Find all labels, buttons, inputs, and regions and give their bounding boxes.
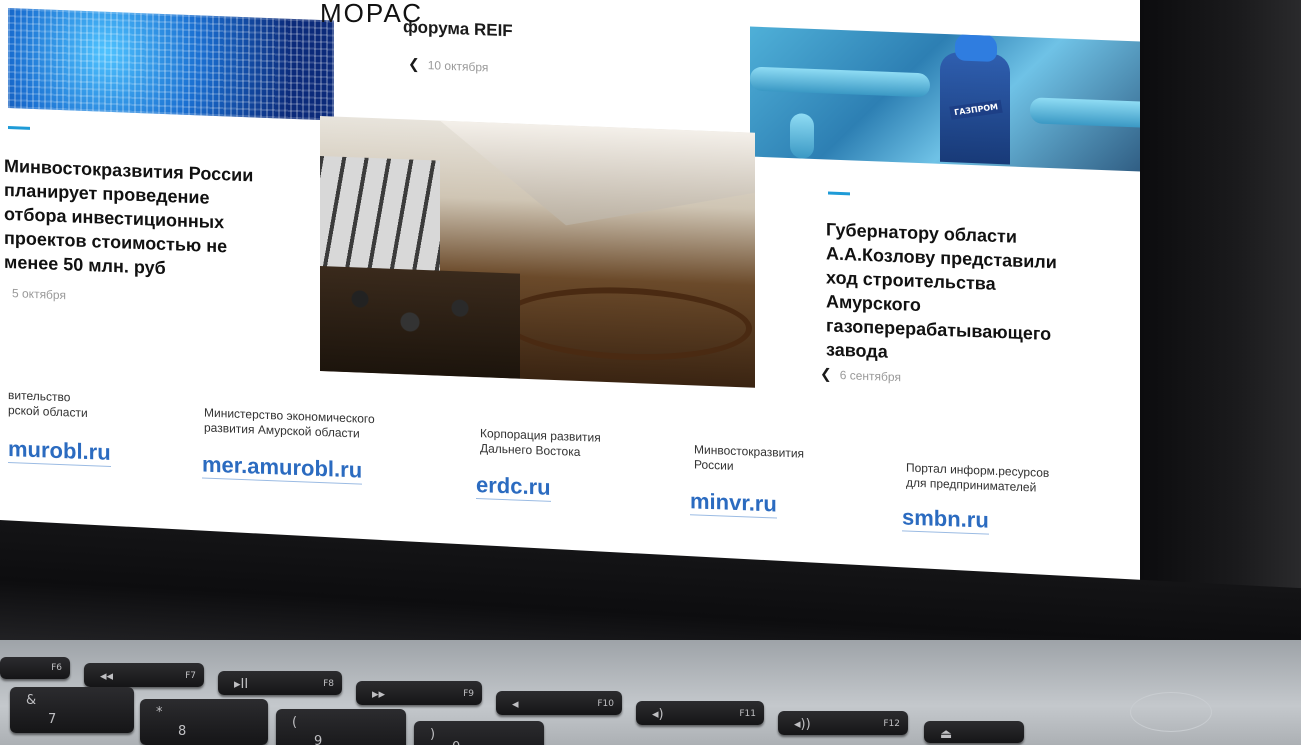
keyboard: F6 ◂◂ F7 ▸II F8 ▸▸ F9 ◂ F10 ◂) F11 ◂)) F12 ⏏ &… xyxy=(0,655,1301,745)
org-label: Портал информ.ресурсов для предпринимате… xyxy=(906,460,1049,496)
key-label: F12 xyxy=(883,719,900,729)
org-line: рской области xyxy=(8,403,88,421)
key-label: 7 xyxy=(48,712,57,727)
key-label: 0 xyxy=(452,740,460,745)
right-article-meta: ❮ 6 сентября xyxy=(820,365,901,385)
finance-image xyxy=(8,8,334,121)
page-heading-fragment: МОРАС xyxy=(320,0,424,28)
conference-photo[interactable] xyxy=(320,115,755,388)
gas-plant-photo[interactable]: ГАЗПРОМ xyxy=(750,26,1188,174)
key-label: F6 xyxy=(51,663,62,673)
key-symbol: ) xyxy=(430,727,436,742)
key-eject[interactable]: ⏏ xyxy=(924,721,1024,743)
link-smbn[interactable]: smbn.ru xyxy=(902,504,989,535)
key-symbol: ◂◂ xyxy=(100,669,114,684)
key-label: F10 xyxy=(597,699,614,709)
key-f7[interactable]: ◂◂ F7 xyxy=(84,663,204,687)
key-symbol: & xyxy=(26,693,37,708)
key-symbol: * xyxy=(156,705,163,720)
left-article-headline[interactable]: Минвостокразвития России планирует прове… xyxy=(4,154,253,284)
key-symbol: ◂ xyxy=(512,697,519,712)
accent-line xyxy=(8,126,30,130)
key-label: F11 xyxy=(739,709,756,719)
org-label: вительство рской области xyxy=(8,388,88,421)
key-symbol: ▸▸ xyxy=(372,687,386,702)
key-label: F9 xyxy=(463,689,474,699)
key-0[interactable]: )0 xyxy=(414,721,544,745)
laptop-scene: форума REIF ❮ 10 октября ГАЗПРОМ Минвосто… xyxy=(0,0,1301,745)
key-f10[interactable]: ◂ F10 xyxy=(496,691,622,715)
key-f12[interactable]: ◂)) F12 xyxy=(778,711,908,735)
key-label: 8 xyxy=(178,724,187,739)
share-icon[interactable]: ❮ xyxy=(820,365,832,381)
key-label: 9 xyxy=(314,734,323,745)
key-f9[interactable]: ▸▸ F9 xyxy=(356,681,482,705)
right-article-headline[interactable]: Губернатору области А.А.Козлову представ… xyxy=(826,217,1057,370)
pipe xyxy=(750,66,930,98)
org-label: Минвостокразвития России xyxy=(694,442,804,476)
key-8[interactable]: * 8 xyxy=(140,699,268,745)
key-f6[interactable]: F6 xyxy=(0,657,70,679)
link-minvr[interactable]: minvr.ru xyxy=(690,488,777,519)
link-amurobl[interactable]: murobl.ru xyxy=(8,436,111,467)
key-symbol: ( xyxy=(292,715,298,730)
key-7[interactable]: & 7 xyxy=(10,687,134,733)
link-erdc[interactable]: erdc.ru xyxy=(476,471,551,502)
right-article-date: 6 сентября xyxy=(839,367,901,385)
key-symbol: ◂) xyxy=(652,707,664,722)
key-label: F8 xyxy=(323,679,334,689)
touchpad-edge xyxy=(1130,692,1212,732)
table xyxy=(500,282,752,365)
ceiling xyxy=(440,121,755,233)
key-f11[interactable]: ◂) F11 xyxy=(636,701,764,725)
share-icon[interactable]: ❮ xyxy=(408,55,420,71)
accent-line xyxy=(828,191,850,196)
key-symbol: ▸II xyxy=(234,677,249,692)
key-symbol: ◂)) xyxy=(794,717,811,732)
top-card-meta: ❮ 10 октября xyxy=(408,55,488,75)
key-label: F7 xyxy=(185,671,196,681)
org-label: Корпорация развития Дальнего Востока xyxy=(480,426,601,461)
key-9[interactable]: (9 xyxy=(276,709,406,745)
key-symbol: ⏏ xyxy=(940,727,953,742)
org-label: Министерство экономического развития Аму… xyxy=(204,406,375,443)
link-mer-amurobl[interactable]: mer.amurobl.ru xyxy=(202,451,363,485)
helmet xyxy=(955,30,997,62)
laptop-bezel-right xyxy=(1140,0,1301,640)
pipe xyxy=(790,113,814,159)
left-article-date: 5 октября xyxy=(12,286,66,303)
top-card-date: 10 октября xyxy=(427,58,489,75)
key-f8[interactable]: ▸II F8 xyxy=(218,671,342,695)
audience xyxy=(320,265,520,379)
